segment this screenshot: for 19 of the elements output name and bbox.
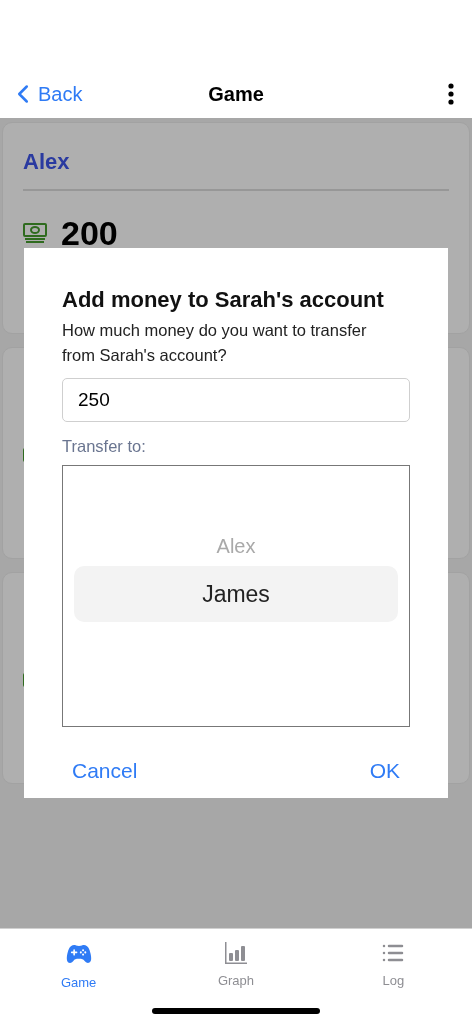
player-name: Alex: [23, 148, 71, 176]
picker-label: Transfer to:: [62, 436, 147, 457]
money-icon: [23, 223, 47, 243]
screen-title: Game: [208, 82, 264, 107]
tab-item[interactable]: Game: [0, 929, 158, 1024]
back-button[interactable]: Back: [8, 79, 108, 109]
more-icon: [448, 83, 454, 105]
picker-option[interactable]: James: [74, 565, 398, 622]
recipient-picker[interactable]: Alex James: [62, 464, 410, 727]
ok-button[interactable]: OK: [369, 754, 400, 787]
dialog-message: How much money do you want to transfer from Sarah's account?: [62, 320, 368, 366]
tab-item[interactable]: Graph: [157, 929, 315, 1024]
amount-field[interactable]: 250: [62, 378, 410, 422]
cancel-button[interactable]: Cancel: [72, 754, 138, 787]
dialog-title: Add money to Sarah's account: [62, 286, 385, 314]
balance-amount: 200: [61, 213, 118, 253]
tab-item[interactable]: Log: [314, 929, 472, 1024]
picker-option[interactable]: Alex: [74, 525, 398, 566]
bar-chart-icon: [224, 941, 248, 965]
